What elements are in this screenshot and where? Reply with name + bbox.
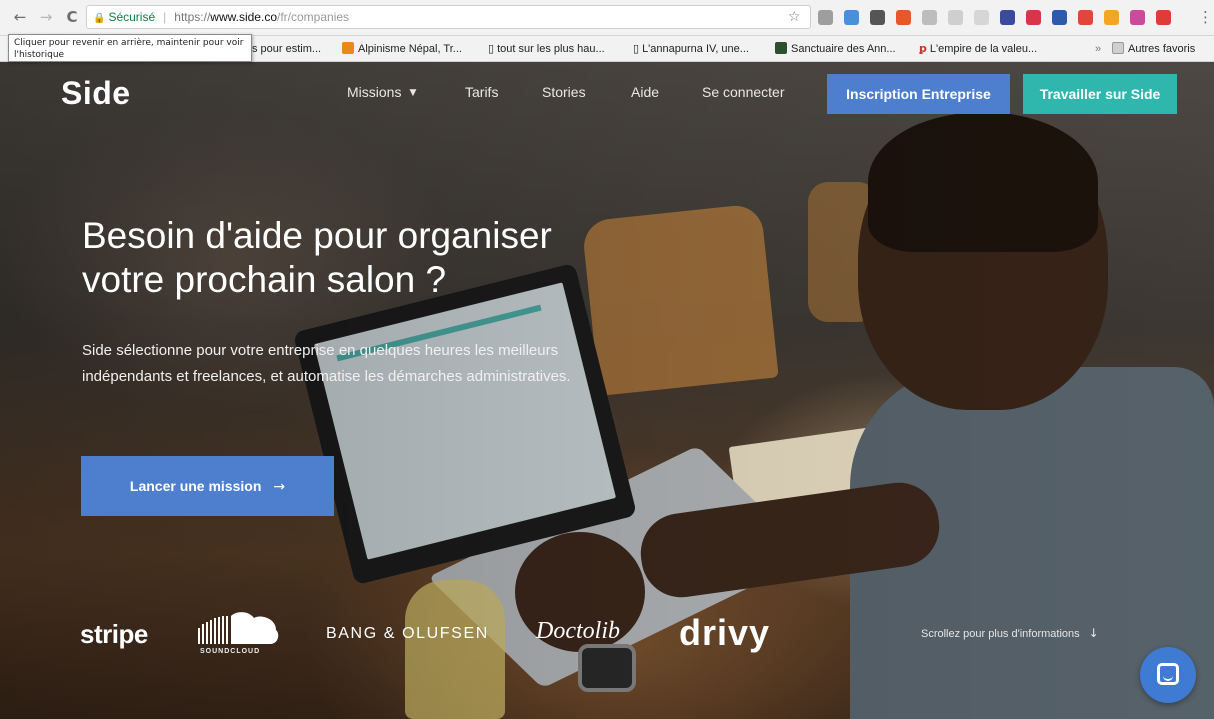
hero-section: Side Missions ▼ Tarifs Stories Aide Se co… bbox=[0, 62, 1214, 719]
secure-label: Sécurisé bbox=[108, 10, 156, 24]
nav-aide[interactable]: Aide bbox=[631, 84, 659, 100]
bookmark-overflow-button[interactable]: » bbox=[1095, 41, 1107, 57]
mountain-icon bbox=[342, 42, 354, 54]
chevron-down-icon: ▼ bbox=[409, 88, 417, 98]
page-icon: ▯ bbox=[633, 42, 640, 55]
page-icon: ▯ bbox=[488, 42, 495, 55]
extension-icon[interactable] bbox=[1078, 10, 1093, 25]
hero-title: Besoin d'aide pour organiser votre proch… bbox=[82, 214, 642, 302]
bookmark-item[interactable]: Alpinisme Népal, Tr... bbox=[342, 41, 484, 57]
landscape-icon bbox=[775, 42, 787, 54]
drivy-logo: drivy bbox=[679, 612, 771, 653]
bookmark-item[interactable]: Sanctuaire des Ann... bbox=[775, 41, 915, 57]
soundcloud-wordmark: SOUNDCLOUD bbox=[200, 648, 261, 655]
extension-icon[interactable] bbox=[1130, 10, 1145, 25]
browser-menu-icon[interactable]: ⋮ bbox=[1198, 9, 1213, 25]
arrow-right-icon: → bbox=[273, 479, 286, 495]
forward-button[interactable]: → bbox=[36, 7, 56, 27]
lock-icon: 🔒 bbox=[93, 13, 106, 24]
extension-icon[interactable] bbox=[1000, 10, 1015, 25]
bookmark-item[interactable]: ▯ tout sur les plus hau... bbox=[488, 41, 628, 57]
chat-icon bbox=[1157, 663, 1179, 685]
extension-icon[interactable] bbox=[948, 10, 963, 25]
extension-icon[interactable] bbox=[1104, 10, 1119, 25]
bookmark-label: L'annapurna IV, une... bbox=[642, 43, 749, 55]
url-scheme: https:// bbox=[174, 10, 211, 24]
extension-icon[interactable] bbox=[844, 10, 859, 25]
bookmark-folder-other[interactable]: Autres favoris bbox=[1112, 41, 1212, 57]
bookmark-label: s pour estim... bbox=[252, 43, 322, 55]
bookmark-item[interactable]: s pour estim... bbox=[252, 41, 336, 57]
hero-title-line1: Besoin d'aide pour organiser bbox=[82, 215, 552, 256]
arrow-down-icon: ↓ bbox=[1088, 626, 1099, 640]
folder-icon bbox=[1112, 42, 1124, 54]
nav-missions-label: Missions bbox=[347, 84, 402, 100]
soundcloud-cloud-icon bbox=[198, 612, 279, 644]
nav-stories[interactable]: Stories bbox=[542, 84, 586, 100]
stripe-logo: stripe bbox=[80, 619, 148, 649]
bookmark-item[interactable]: ▯ L'annapurna IV, une... bbox=[633, 41, 771, 57]
extension-icon[interactable] bbox=[896, 10, 911, 25]
extension-icon[interactable] bbox=[922, 10, 937, 25]
bookmark-star-icon[interactable]: ☆ bbox=[788, 9, 801, 25]
extension-icon[interactable] bbox=[1052, 10, 1067, 25]
back-button[interactable]: ← bbox=[10, 7, 30, 27]
nav-login[interactable]: Se connecter bbox=[702, 84, 785, 100]
browser-toolbar: ← → C 🔒 Sécurisé | https://www.side.co/fr/c… bbox=[0, 0, 1214, 36]
address-separator: | bbox=[163, 10, 167, 24]
nav-missions[interactable]: Missions ▼ bbox=[347, 84, 416, 100]
extension-icon[interactable] bbox=[818, 10, 833, 25]
soundcloud-logo: SOUNDCLOUD bbox=[196, 610, 281, 660]
doctolib-logo: Doctolib bbox=[536, 618, 620, 644]
site-logo[interactable]: Side bbox=[61, 75, 131, 112]
reload-button[interactable]: C bbox=[62, 7, 82, 27]
extension-icon[interactable] bbox=[974, 10, 989, 25]
nav-tarifs[interactable]: Tarifs bbox=[465, 84, 498, 100]
scroll-hint-label: Scrollez pour plus d'informations bbox=[921, 628, 1080, 640]
hero-title-line2: votre prochain salon ? bbox=[82, 259, 447, 300]
scroll-hint[interactable]: Scrollez pour plus d'informations ↓ bbox=[921, 626, 1099, 640]
extension-icon[interactable] bbox=[870, 10, 885, 25]
bookmark-label: L'empire de la valeu... bbox=[929, 43, 1038, 55]
launch-mission-label: Lancer une mission bbox=[129, 478, 262, 494]
launch-mission-button[interactable]: Lancer une mission → bbox=[81, 456, 334, 516]
bookmark-label: Alpinisme Népal, Tr... bbox=[358, 43, 462, 55]
extension-icon[interactable] bbox=[1156, 10, 1171, 25]
extension-icon[interactable] bbox=[1026, 10, 1041, 25]
address-bar[interactable]: 🔒 Sécurisé | https://www.side.co/fr/compani… bbox=[86, 5, 811, 29]
bookmark-label: tout sur les plus hau... bbox=[497, 43, 605, 55]
signup-company-button[interactable]: Inscription Entreprise bbox=[827, 74, 1010, 114]
back-button-tooltip: Cliquer pour revenir en arrière, mainten… bbox=[8, 34, 252, 62]
bookmark-label: Autres favoris bbox=[1128, 43, 1196, 55]
bookmark-label: Sanctuaire des Ann... bbox=[791, 43, 896, 55]
hero-description: Side sélectionne pour votre entreprise e… bbox=[82, 342, 571, 385]
bang-olufsen-logo: BANG & OLUFSEN bbox=[326, 625, 489, 642]
work-on-side-button[interactable]: Travailler sur Side bbox=[1023, 74, 1177, 114]
chat-launcher-button[interactable] bbox=[1140, 647, 1196, 703]
url-path: /fr/companies bbox=[277, 10, 350, 24]
url-host: www.side.co bbox=[210, 10, 277, 24]
site-logo-icon: ꝑ bbox=[919, 42, 927, 55]
bookmark-item[interactable]: ꝑ L'empire de la valeu... bbox=[919, 41, 1063, 57]
